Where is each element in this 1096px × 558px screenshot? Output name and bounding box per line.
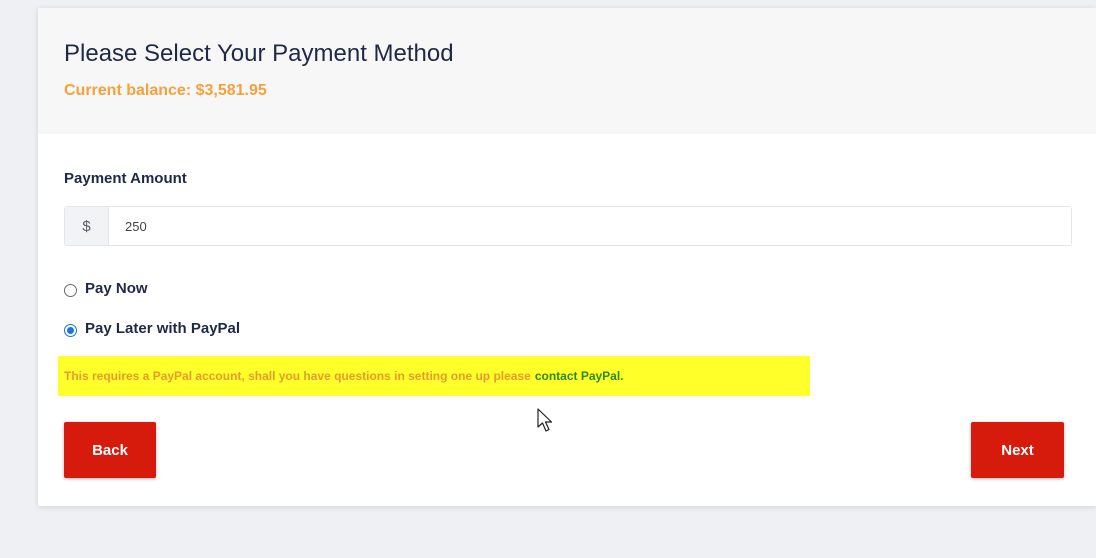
payment-card: Please Select Your Payment Method Curren… xyxy=(38,8,1096,506)
page-title: Please Select Your Payment Method xyxy=(64,40,454,67)
paypal-note-text: This requires a PayPal account, shall yo… xyxy=(64,369,531,383)
pay-now-label[interactable]: Pay Now xyxy=(85,280,148,297)
pay-now-radio[interactable] xyxy=(64,284,77,297)
currency-addon: $ xyxy=(65,207,109,245)
back-button[interactable]: Back xyxy=(64,422,156,478)
pay-later-radio[interactable] xyxy=(64,324,77,337)
option-pay-later-paypal[interactable]: Pay Later with PayPal xyxy=(64,320,240,337)
payment-amount-label: Payment Amount xyxy=(64,170,187,187)
paypal-note: This requires a PayPal account, shall yo… xyxy=(58,356,810,396)
option-pay-now[interactable]: Pay Now xyxy=(64,280,148,297)
card-header: Please Select Your Payment Method Curren… xyxy=(38,8,1096,134)
contact-paypal-link[interactable]: contact PayPal. xyxy=(535,369,624,383)
next-button[interactable]: Next xyxy=(971,422,1064,478)
payment-amount-input[interactable] xyxy=(109,207,1071,245)
mouse-pointer-icon xyxy=(537,408,555,439)
current-balance: Current balance: $3,581.95 xyxy=(64,82,267,99)
pay-later-label[interactable]: Pay Later with PayPal xyxy=(85,320,240,337)
payment-amount-group: $ xyxy=(64,206,1072,246)
